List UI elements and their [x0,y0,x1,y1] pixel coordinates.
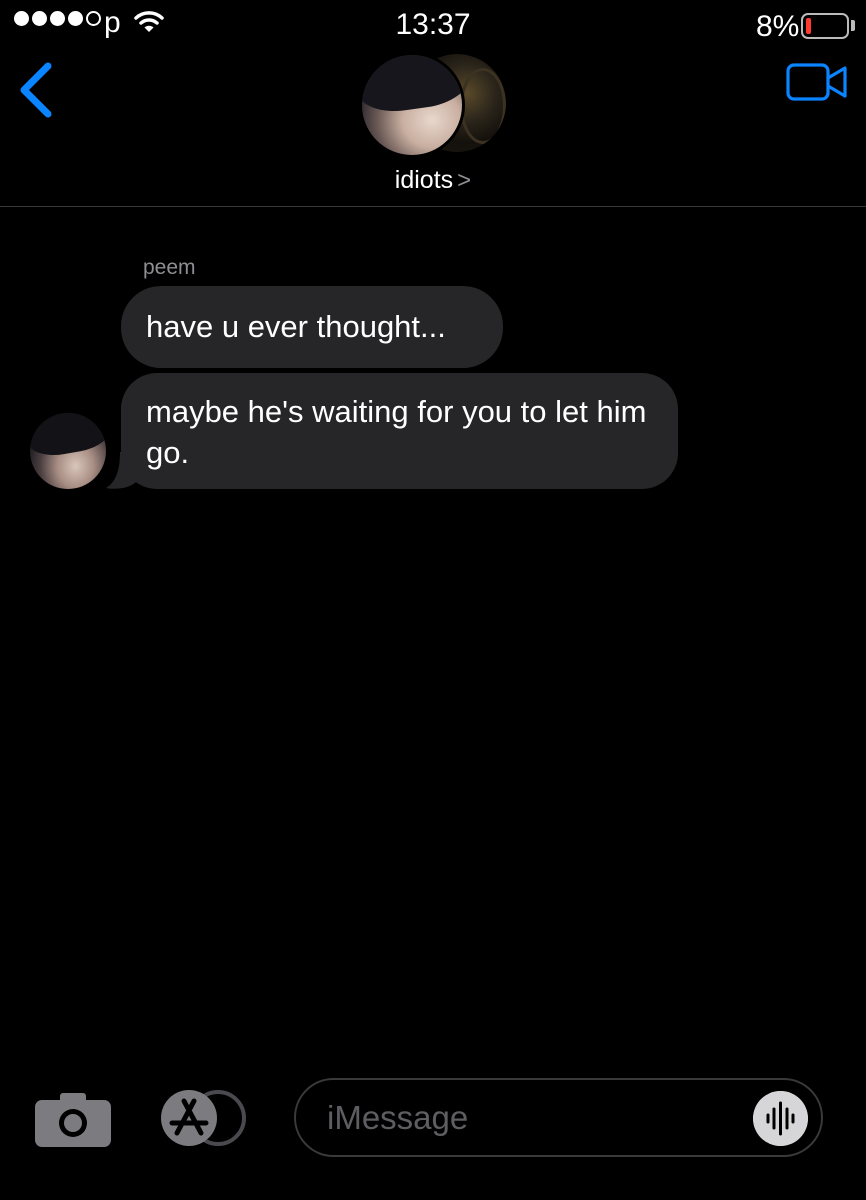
camera-icon[interactable] [34,1092,112,1148]
video-camera-icon[interactable] [786,63,848,101]
battery-cap [851,20,855,31]
app-store-icon[interactable] [160,1089,246,1147]
battery-percentage: 8% [756,10,800,43]
group-title[interactable]: idiots > [0,166,866,195]
nav-divider [0,206,866,207]
waveform-icon[interactable] [753,1091,808,1146]
message-input[interactable]: iMessage [294,1078,823,1157]
chevron-right-icon: > [457,167,472,194]
battery-icon [801,13,849,39]
group-name[interactable]: idiots [395,166,453,194]
status-time: 13:37 [395,8,471,41]
bubble-tail [106,452,136,489]
message-placeholder: iMessage [327,1099,469,1136]
message-bubble[interactable]: maybe he's waiting for you to let him go… [121,373,678,489]
message-bubble[interactable]: have u ever thought... [121,286,503,368]
sender-name: peem [143,256,196,279]
avatar[interactable] [30,413,106,489]
chevron-left-icon[interactable] [18,62,54,118]
group-member-avatar[interactable] [359,52,465,158]
